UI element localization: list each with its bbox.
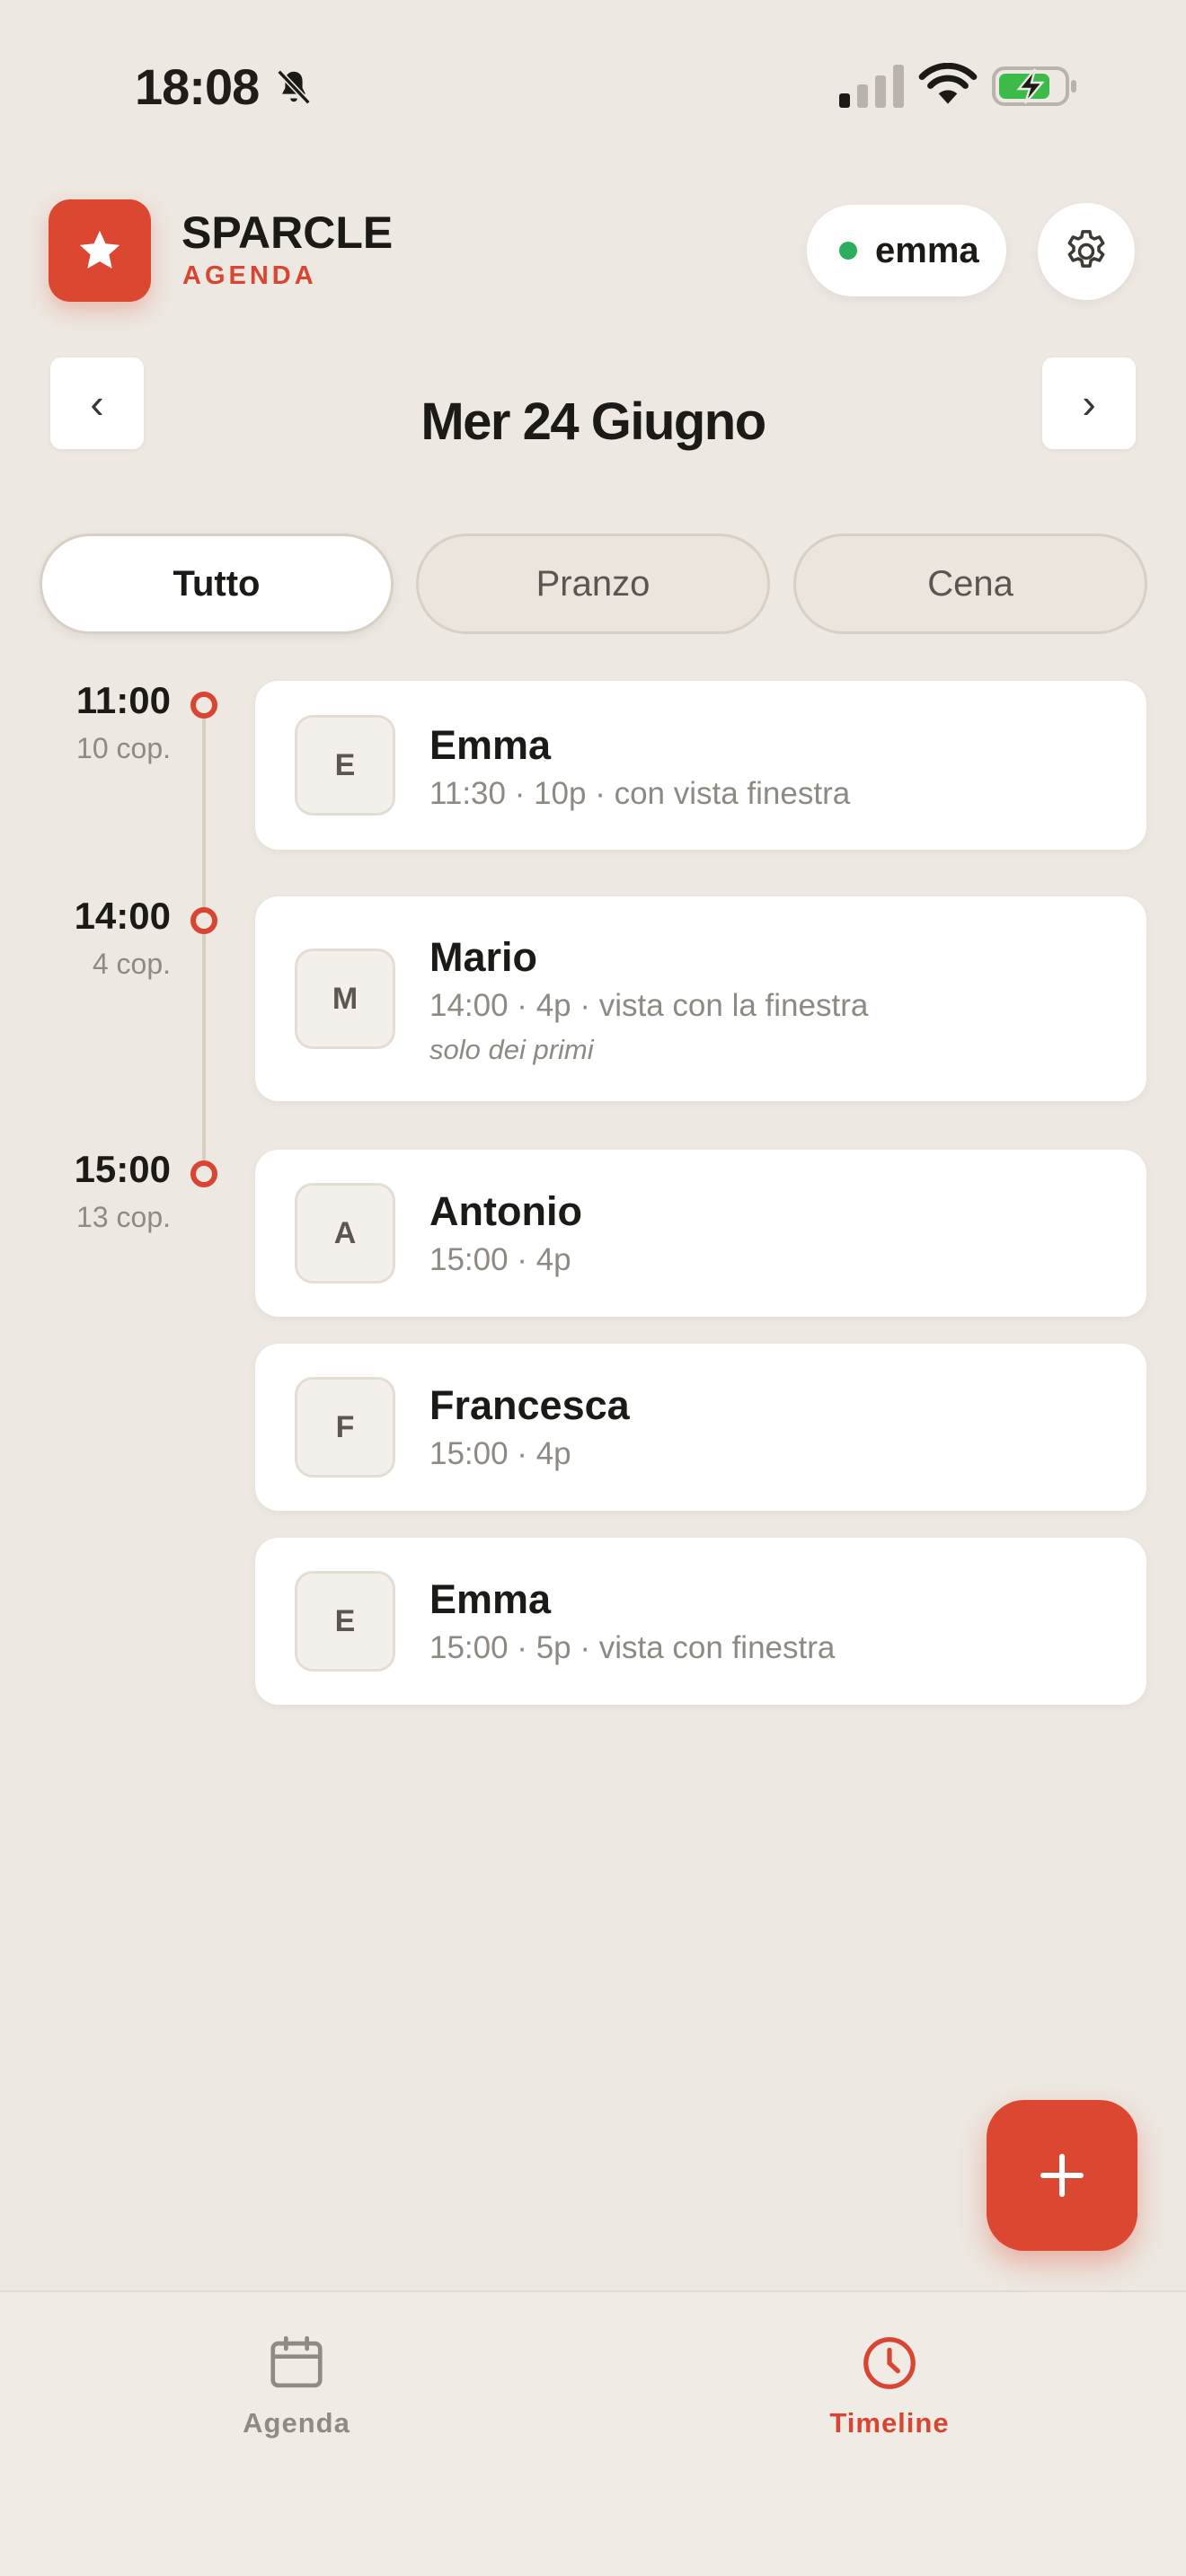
reservation-avatar: F (295, 1377, 395, 1478)
nav-agenda-label: Agenda (243, 2407, 350, 2439)
reservation-name: Emma (429, 722, 552, 768)
next-day-button[interactable]: › (1042, 357, 1136, 449)
reservation-name: Emma (429, 1576, 552, 1622)
settings-button[interactable] (1038, 203, 1135, 300)
star-icon (79, 230, 120, 269)
nav-timeline[interactable]: Timeline (773, 2332, 1006, 2439)
slot-covers: 4 cop. (92, 948, 171, 980)
nav-agenda[interactable]: Agenda (180, 2332, 413, 2439)
app-logo (49, 199, 151, 302)
reservation-card[interactable]: A Antonio 15:00 · 4p (255, 1150, 1146, 1317)
gear-icon (1067, 230, 1105, 268)
online-status-dot (839, 242, 857, 260)
silent-bell-icon (277, 69, 311, 105)
plus-icon (1040, 2153, 1084, 2198)
date-title: Mer 24 Giugno (420, 393, 766, 451)
brand-title: SPARCLE (181, 207, 394, 258)
reservation-card[interactable]: M Mario 14:00 · 4p · vista con la finest… (255, 896, 1146, 1101)
slot-time: 11:00 (75, 679, 171, 721)
timeline-dot (190, 907, 217, 934)
reservation-note: solo dei primi (429, 1034, 594, 1065)
reservation-detail: 15:00 · 4p (429, 1436, 571, 1471)
slot-time: 15:00 (74, 1148, 171, 1190)
tab-cena[interactable]: Cena (793, 534, 1147, 634)
timeline-dot (190, 1160, 217, 1187)
reservation-card[interactable]: E Emma 15:00 · 5p · vista con finestra (255, 1538, 1146, 1705)
tab-tutto[interactable]: Tutto (40, 534, 394, 634)
status-bar: 18:08 (0, 0, 1186, 171)
calendar-icon (270, 2335, 323, 2388)
reservation-detail: 11:30 · 10p · con vista finestra (429, 776, 851, 811)
nav-timeline-label: Timeline (829, 2407, 950, 2439)
tab-pranzo[interactable]: Pranzo (416, 534, 770, 634)
reservation-name: Mario (429, 934, 538, 980)
reservation-name: Antonio (429, 1188, 582, 1234)
timeline-line (202, 706, 206, 1173)
battery-charging-icon (992, 66, 1076, 106)
slot-time: 14:00 (74, 895, 171, 937)
slot-covers: 10 cop. (76, 732, 171, 764)
reservation-card[interactable]: F Francesca 15:00 · 4p (255, 1344, 1146, 1511)
user-pill[interactable]: emma (807, 205, 1006, 296)
status-time: 18:08 (135, 58, 260, 115)
reservation-avatar: A (295, 1183, 395, 1284)
reservation-avatar: E (295, 1571, 395, 1672)
clock-icon (863, 2337, 916, 2389)
reservation-name: Francesca (429, 1382, 630, 1428)
slot-covers: 13 cop. (76, 1201, 171, 1233)
timeline-dot (190, 692, 217, 719)
chevron-right-icon: › (1082, 380, 1096, 427)
brand-subtitle: AGENDA (182, 261, 317, 290)
screen: 18:08 SPARCLE AGENDA emma ‹ Mer 24 Giugn… (0, 0, 1186, 2576)
reservation-card[interactable]: E Emma 11:30 · 10p · con vista finestra (255, 681, 1146, 850)
user-name: emma (875, 230, 979, 270)
add-reservation-button[interactable] (987, 2100, 1137, 2251)
reservation-detail: 15:00 · 5p · vista con finestra (429, 1630, 836, 1665)
reservation-detail: 14:00 · 4p · vista con la finestra (429, 988, 869, 1023)
reservation-detail: 15:00 · 4p (429, 1242, 571, 1277)
wifi-icon (918, 63, 978, 104)
bottom-nav: Agenda Timeline (0, 2290, 1186, 2576)
cellular-signal-icon (839, 65, 904, 108)
reservation-avatar: M (295, 948, 395, 1049)
reservation-avatar: E (295, 715, 395, 816)
